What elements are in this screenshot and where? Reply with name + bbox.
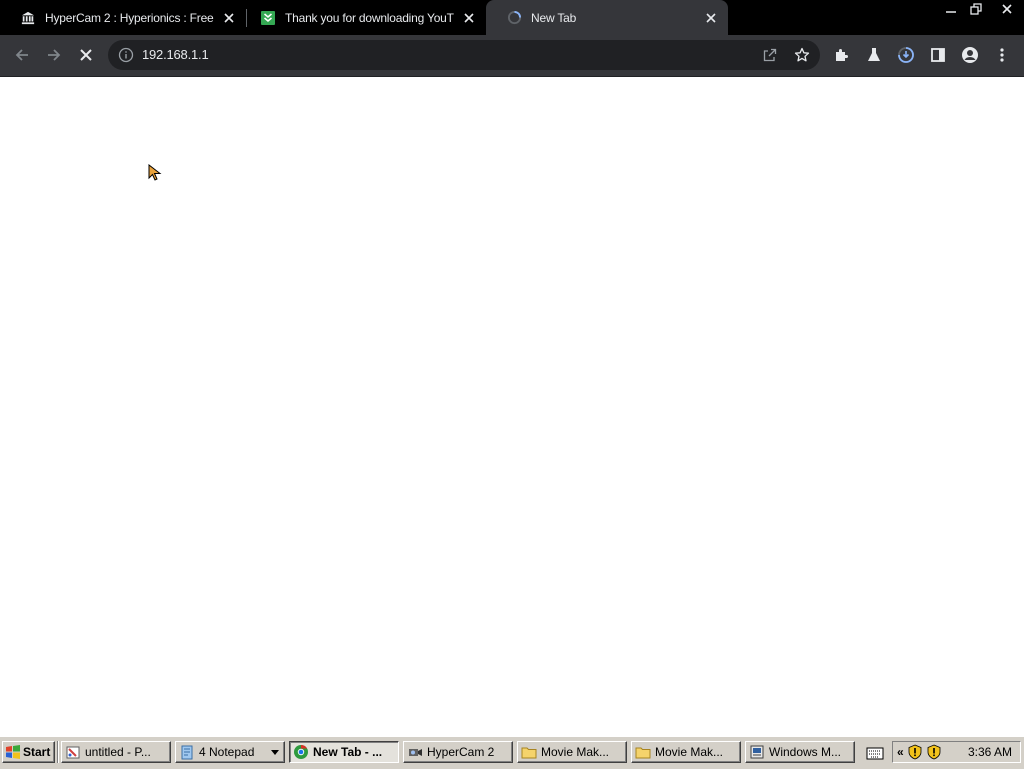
minimize-button[interactable] <box>940 0 962 17</box>
restore-button[interactable] <box>965 0 987 17</box>
close-icon <box>1002 3 1012 14</box>
restore-icon <box>970 2 982 15</box>
start-label: Start <box>23 745 51 759</box>
taskbar-divider <box>57 741 59 763</box>
side-panel-icon <box>931 48 945 62</box>
clock[interactable]: 3:36 AM <box>968 745 1012 759</box>
hypercam-icon <box>409 749 422 756</box>
taskbar-item-label: Movie Mak... <box>541 745 610 759</box>
tab-hypercam[interactable]: HyperCam 2 : Hyperionics : Free Do <box>0 0 246 35</box>
url-text[interactable]: 192.168.1.1 <box>142 40 209 70</box>
address-bar[interactable]: 192.168.1.1 <box>108 40 820 70</box>
puzzle-icon <box>836 49 848 61</box>
taskbar-item-label: New Tab - ... <box>313 745 383 759</box>
taskbar-item-notepad-group[interactable]: 4 Notepad <box>175 741 285 763</box>
taskbar-item-hypercam[interactable]: HyperCam 2 <box>403 741 513 763</box>
close-tab-icon[interactable] <box>220 9 238 27</box>
security-shield-icon[interactable] <box>907 744 923 760</box>
arrow-left-icon <box>15 49 28 61</box>
stop-loading-button[interactable] <box>72 41 100 69</box>
taskbar-item-label: untitled - P... <box>85 745 151 759</box>
taskbar-item-chrome[interactable]: New Tab - ... <box>289 741 399 763</box>
flask-icon <box>868 48 880 61</box>
windows-media-icon <box>750 745 764 759</box>
taskbar-item-label: Windows M... <box>769 745 842 759</box>
bookmark-button[interactable] <box>792 45 812 65</box>
folder-icon <box>635 747 651 759</box>
taskbar-item-label: Movie Mak... <box>655 745 724 759</box>
taskbar-item-label: 4 Notepad <box>199 745 255 759</box>
close-tab-icon[interactable] <box>460 9 478 27</box>
security-shield-icon[interactable] <box>926 744 942 760</box>
share-button[interactable] <box>760 45 780 65</box>
close-icon <box>80 49 92 61</box>
bank-icon <box>20 10 36 26</box>
labs-button[interactable] <box>860 41 888 69</box>
notepad-icon <box>181 745 193 760</box>
taskbar-item-folder-1[interactable]: Movie Mak... <box>517 741 627 763</box>
tab-title: Thank you for downloading YouTub <box>285 10 454 25</box>
extensions-button[interactable] <box>828 41 856 69</box>
show-hidden-icons-button[interactable]: « <box>897 745 904 759</box>
tab-new-tab[interactable]: New Tab <box>486 0 728 35</box>
kebab-menu-icon <box>1000 48 1004 62</box>
taskbar-item-windows-media[interactable]: Windows M... <box>745 741 855 763</box>
windows-taskbar: Start untitled - P... 4 Notepad New Tab … <box>0 736 1024 769</box>
chevron-down-icon <box>271 750 279 755</box>
taskbar-item-paint[interactable]: untitled - P... <box>61 741 171 763</box>
side-panel-button[interactable] <box>924 41 952 69</box>
start-button[interactable]: Start <box>2 741 55 763</box>
loading-spinner-icon <box>506 10 522 26</box>
download-progress-icon <box>898 47 914 63</box>
browser-toolbar: 192.168.1.1 <box>0 35 1024 77</box>
tab-title: HyperCam 2 : Hyperionics : Free Do <box>45 10 214 25</box>
windows-logo-icon <box>6 745 20 759</box>
star-icon <box>794 47 810 62</box>
keyboard-icon[interactable] <box>866 745 884 761</box>
close-window-button[interactable] <box>990 0 1024 17</box>
share-icon <box>763 48 777 62</box>
info-icon[interactable] <box>118 47 134 63</box>
tab-strip: HyperCam 2 : Hyperionics : Free Do Thank… <box>0 0 1024 35</box>
avatar-icon <box>962 47 978 63</box>
taskbar-item-folder-2[interactable]: Movie Mak... <box>631 741 741 763</box>
minimize-icon <box>946 10 956 13</box>
folder-icon <box>521 747 537 759</box>
download-icon <box>260 10 276 26</box>
downloads-button[interactable] <box>892 41 920 69</box>
tab-title: New Tab <box>531 10 577 25</box>
mouse-cursor-icon <box>148 164 162 181</box>
chrome-icon <box>294 744 308 759</box>
arrow-right-icon <box>48 49 61 61</box>
close-tab-icon[interactable] <box>702 9 720 27</box>
profile-button[interactable] <box>956 41 984 69</box>
back-button[interactable] <box>8 41 36 69</box>
menu-button[interactable] <box>988 41 1016 69</box>
taskbar-item-label: HyperCam 2 <box>427 745 495 759</box>
paint-icon <box>66 746 80 759</box>
window-controls <box>937 0 1024 18</box>
system-tray: « 3:36 AM <box>892 741 1021 763</box>
forward-button[interactable] <box>40 41 68 69</box>
tab-youtube-download[interactable]: Thank you for downloading YouTub <box>240 0 486 35</box>
